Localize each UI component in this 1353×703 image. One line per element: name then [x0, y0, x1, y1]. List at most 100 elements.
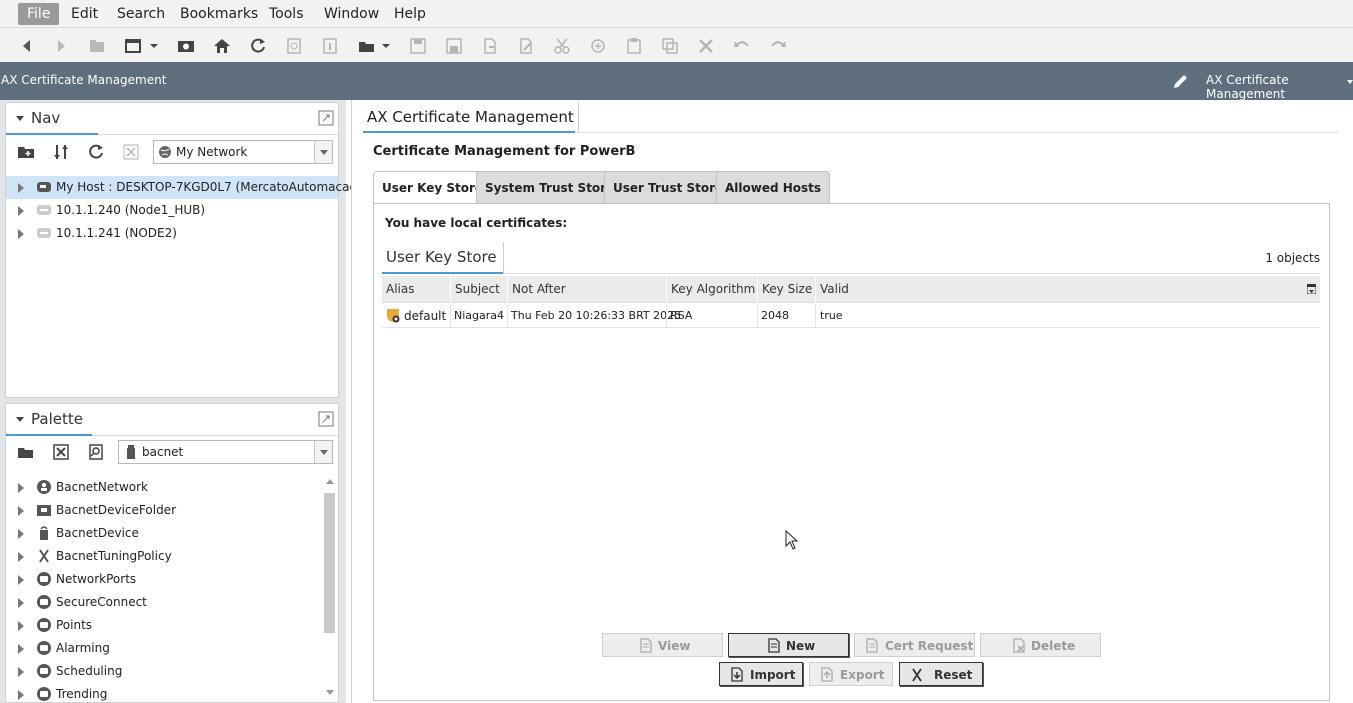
close-icon[interactable]	[121, 142, 141, 162]
column-divider[interactable]	[666, 276, 667, 303]
palette-item-bacnet-device-folder[interactable]: BacnetDeviceFolder	[6, 499, 322, 522]
expand-arrow[interactable]	[18, 690, 24, 700]
spy-icon[interactable]	[284, 36, 304, 56]
network-selector[interactable]: My Network	[153, 140, 333, 164]
up-level-icon[interactable]	[87, 36, 107, 56]
palette-collapse-arrow[interactable]	[16, 417, 24, 422]
new-folder-icon[interactable]	[16, 142, 36, 162]
sync-icon[interactable]	[51, 142, 71, 162]
palette-item-points[interactable]: Points	[6, 614, 322, 637]
column-key-size[interactable]: Key Size	[762, 282, 812, 296]
tab-user-key-store[interactable]: User Key Store	[373, 171, 493, 204]
open-dropdown[interactable]	[382, 44, 390, 48]
export-button[interactable]: Export	[809, 662, 893, 686]
duplicate-icon[interactable]	[660, 36, 680, 56]
expand-arrow[interactable]	[18, 575, 24, 585]
expand-arrow[interactable]	[18, 229, 24, 239]
maximize-icon[interactable]	[318, 411, 334, 427]
reset-button[interactable]: Reset	[899, 662, 983, 686]
tab-system-trust-store[interactable]: System Trust Store	[476, 171, 624, 203]
palette-item-bacnet-device[interactable]: BacnetDevice	[6, 522, 322, 545]
save-icon[interactable]	[408, 36, 428, 56]
export-doc-icon[interactable]	[480, 36, 500, 56]
view-selector[interactable]: AX Certificate Management	[1206, 73, 1353, 101]
palette-item-scheduling[interactable]: Scheduling	[6, 660, 322, 683]
menu-search[interactable]: Search	[108, 3, 174, 25]
expand-arrow[interactable]	[18, 552, 24, 562]
scroll-down-arrow[interactable]	[326, 690, 334, 695]
palette-scrollbar[interactable]	[324, 477, 335, 697]
menu-file[interactable]: File	[18, 3, 60, 25]
menu-help[interactable]: Help	[385, 3, 435, 25]
palette-item-secure-connect[interactable]: SecureConnect	[6, 591, 322, 614]
back-icon[interactable]	[17, 36, 37, 56]
redo-icon[interactable]	[768, 36, 788, 56]
expand-arrow[interactable]	[18, 183, 24, 193]
palette-dropdown-button[interactable]	[314, 441, 332, 463]
scroll-up-arrow[interactable]	[326, 479, 334, 484]
expand-arrow[interactable]	[18, 206, 24, 216]
open-palette-icon[interactable]	[16, 442, 36, 462]
menu-edit[interactable]: Edit	[62, 3, 107, 25]
palette-module-selector[interactable]: bacnet	[118, 440, 333, 464]
view-button[interactable]: View	[602, 633, 723, 657]
open-folder-icon[interactable]	[357, 36, 377, 56]
column-divider[interactable]	[507, 276, 508, 303]
delete-icon[interactable]	[696, 36, 716, 56]
column-divider[interactable]	[815, 276, 816, 303]
new-button[interactable]: New	[728, 633, 849, 657]
view-tab[interactable]: AX Certificate Management	[363, 102, 579, 132]
column-subject[interactable]: Subject	[455, 282, 500, 296]
cert-request-button[interactable]: Cert Request	[854, 633, 975, 657]
palette-item-network-ports[interactable]: NetworkPorts	[6, 568, 322, 591]
column-key-algorithm[interactable]: Key Algorithm	[671, 282, 755, 296]
undo-icon[interactable]	[732, 36, 752, 56]
expand-arrow[interactable]	[18, 621, 24, 631]
cut-icon[interactable]	[552, 36, 572, 56]
info-icon[interactable]	[320, 36, 340, 56]
delete-button[interactable]: Delete	[980, 633, 1101, 657]
side-bar-dropdown[interactable]	[150, 44, 158, 48]
expand-arrow[interactable]	[18, 483, 24, 493]
save-all-icon[interactable]	[444, 36, 464, 56]
maximize-icon[interactable]	[318, 110, 334, 126]
tab-user-trust-store[interactable]: User Trust Store	[604, 171, 733, 203]
column-alias[interactable]: Alias	[386, 282, 414, 296]
view-selector-arrow[interactable]	[1347, 80, 1353, 84]
copy-icon[interactable]	[588, 36, 608, 56]
palette-item-bacnet-network[interactable]: BacnetNetwork	[6, 476, 322, 499]
find-palette-icon[interactable]	[86, 442, 106, 462]
palette-item-bacnet-tuning-policy[interactable]: BacnetTuningPolicy	[6, 545, 322, 568]
nav-collapse-arrow[interactable]	[16, 116, 24, 121]
forward-icon[interactable]	[51, 36, 71, 56]
expand-arrow[interactable]	[18, 529, 24, 539]
tab-allowed-hosts[interactable]: Allowed Hosts	[716, 171, 831, 203]
expand-arrow[interactable]	[18, 598, 24, 608]
table-row[interactable]: default Niagara4 Thu Feb 20 10:26:33 BRT…	[382, 303, 1320, 328]
menu-bookmarks[interactable]: Bookmarks	[171, 3, 267, 25]
expand-arrow[interactable]	[18, 506, 24, 516]
table-options-icon[interactable]	[1307, 284, 1316, 294]
side-bar-icon[interactable]	[123, 36, 143, 56]
column-not-after[interactable]: Not After	[512, 282, 566, 296]
expand-arrow[interactable]	[18, 667, 24, 677]
column-divider[interactable]	[757, 276, 758, 303]
home-icon[interactable]	[212, 36, 232, 56]
nav-tree-item-my-host[interactable]: My Host : DESKTOP-7KGD0L7 (MercatoAutoma…	[6, 176, 362, 199]
palette-item-trending[interactable]: Trending	[6, 683, 322, 703]
column-divider[interactable]	[450, 276, 451, 303]
column-valid[interactable]: Valid	[820, 282, 849, 296]
refresh-tree-icon[interactable]	[86, 142, 106, 162]
expand-arrow[interactable]	[18, 644, 24, 654]
network-dropdown-button[interactable]	[314, 141, 332, 163]
nav-tree-item-node2[interactable]: 10.1.1.241 (NODE2)	[6, 222, 338, 245]
folder-camera-icon[interactable]	[176, 36, 196, 56]
menu-tools[interactable]: Tools	[260, 3, 313, 25]
refresh-icon[interactable]	[248, 36, 268, 56]
scrollbar-thumb[interactable]	[324, 493, 335, 633]
close-palette-icon[interactable]	[51, 442, 71, 462]
palette-item-alarming[interactable]: Alarming	[6, 637, 322, 660]
menu-window[interactable]: Window	[315, 3, 388, 25]
nav-tree-item-node1[interactable]: 10.1.1.240 (Node1_HUB)	[6, 199, 338, 222]
pencil-icon[interactable]	[1171, 73, 1189, 91]
